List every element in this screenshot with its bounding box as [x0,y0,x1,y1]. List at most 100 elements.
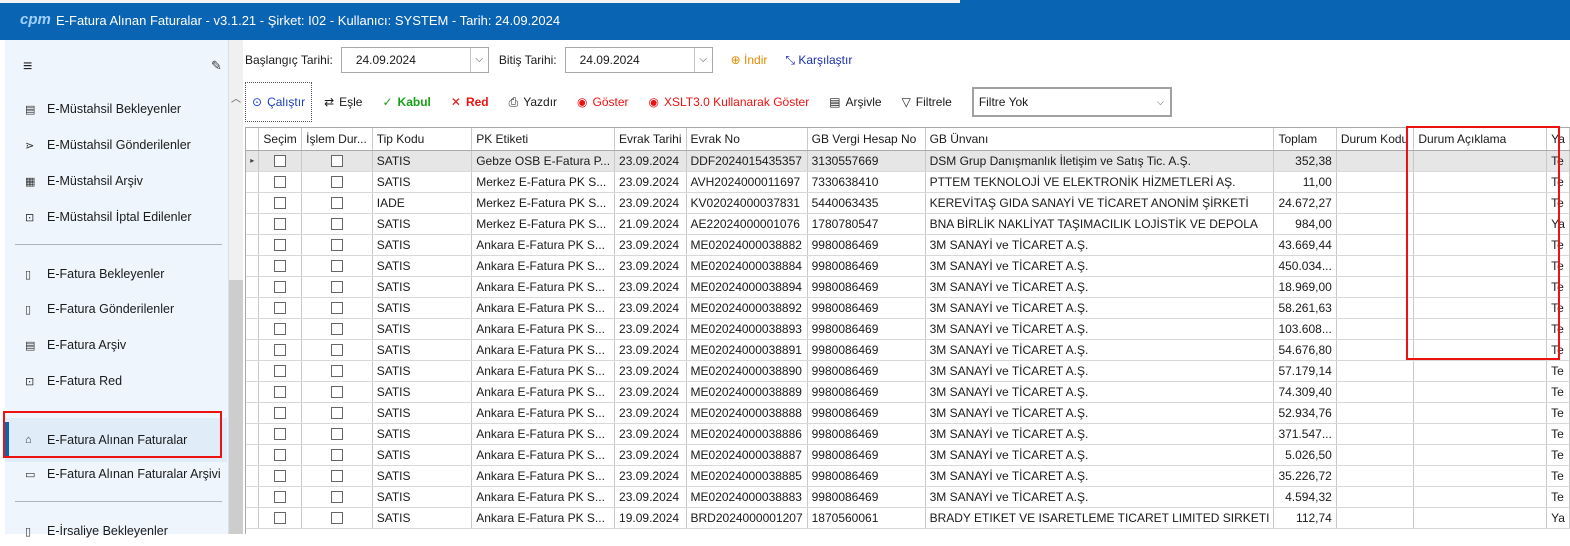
process-status-checkbox[interactable] [330,281,343,294]
process-status-checkbox[interactable] [330,260,343,273]
start-date-picker[interactable]: 24.09.2024 ⌵ [340,47,489,73]
table-row[interactable]: SATIS Ankara E-Fatura PK S... 23.09.2024 ME… [246,465,1570,487]
sidebar-item-eirsaliye-bekleyenler[interactable]: ▯ E-İrsaliye Bekleyenler [5,516,227,546]
selection-checkbox[interactable] [274,239,287,252]
process-status-checkbox[interactable] [330,197,343,210]
sidebar-item-emustahsil-iptal[interactable]: ⊡ E-Müstahsil İptal Edilenler [5,202,227,232]
filter-select[interactable]: Filtre Yok ⌵ [971,87,1172,117]
row-header[interactable]: ▸ [246,150,260,172]
show-button[interactable]: ◉ Göster [577,95,629,109]
sidebar-item-efatura-bekleyenler[interactable]: ▯ E-Fatura Bekleyenler [5,259,227,289]
process-status-checkbox[interactable] [330,428,343,441]
run-button[interactable]: ⊙ Çalıştır [245,82,313,122]
selection-checkbox[interactable] [274,365,287,378]
selection-checkbox[interactable] [274,302,287,315]
selection-checkbox[interactable] [274,176,287,189]
process-status-checkbox[interactable] [330,302,343,315]
selection-checkbox[interactable] [274,344,287,357]
column-header[interactable]: PK Etiketi [471,128,616,151]
selection-checkbox[interactable] [274,449,287,462]
table-row[interactable]: SATIS Ankara E-Fatura PK S... 23.09.2024 ME… [246,255,1570,277]
table-row[interactable]: SATIS Ankara E-Fatura PK S... 23.09.2024 ME… [246,444,1570,466]
process-status-checkbox[interactable] [330,470,343,483]
chevron-down-icon[interactable]: ⌵ [469,48,488,72]
row-header[interactable] [246,381,260,403]
process-status-checkbox[interactable] [330,365,343,378]
table-row[interactable]: SATIS Ankara E-Fatura PK S... 23.09.2024 ME… [246,234,1570,256]
table-row[interactable]: SATIS Ankara E-Fatura PK S... 23.09.2024 ME… [246,339,1570,361]
process-status-checkbox[interactable] [330,218,343,231]
sidebar-item-emustahsil-bekleyenler[interactable]: ▤ E-Müstahsil Bekleyenler [5,94,227,124]
table-row[interactable]: SATIS Merkez E-Fatura PK S... 23.09.2024 AV… [246,171,1570,193]
download-button[interactable]: ⊕ İndir [731,53,768,67]
table-row[interactable]: SATIS Ankara E-Fatura PK S... 23.09.2024 ME… [246,423,1570,445]
column-header[interactable]: Seçim [258,128,303,151]
reject-button[interactable]: ✕ Red [451,95,489,109]
column-header[interactable]: GB Ünvanı [925,128,1275,151]
table-row[interactable]: ▸ SATIS Gebze OSB E-Fatura P... 23.09.2024 D… [246,150,1570,172]
sidebar-item-emustahsil-gonderilenler[interactable]: ⋗ E-Müstahsil Gönderilenler [5,130,227,160]
process-status-checkbox[interactable] [330,449,343,462]
table-row[interactable]: SATIS Merkez E-Fatura PK S... 21.09.2024 AE… [246,213,1570,235]
chevron-down-icon[interactable]: ⌵ [693,48,712,72]
sidebar-item-efatura-red[interactable]: ⊡ E-Fatura Red [5,366,227,396]
process-status-checkbox[interactable] [330,323,343,336]
selection-checkbox[interactable] [274,470,287,483]
column-header[interactable]: Durum Kodu [1336,128,1415,151]
selection-checkbox[interactable] [274,386,287,399]
selection-checkbox[interactable] [274,323,287,336]
row-header[interactable] [246,486,260,508]
table-row[interactable]: SATIS Ankara E-Fatura PK S... 23.09.2024 ME… [246,381,1570,403]
process-status-checkbox[interactable] [330,176,343,189]
process-status-checkbox[interactable] [330,491,343,504]
column-header[interactable]: Tip Kodu [372,128,473,151]
sidebar-item-efatura-alinan-faturalar[interactable]: ⌂ E-Fatura Alınan Faturalar [5,418,227,462]
column-header[interactable]: Evrak Tarihi [614,128,687,151]
print-button[interactable]: ⎙ Yazdır [509,95,557,110]
process-status-checkbox[interactable] [330,155,343,168]
column-header[interactable]: İşlem Dur... [301,128,373,151]
row-header[interactable] [246,360,260,382]
table-row[interactable]: SATIS Ankara E-Fatura PK S... 23.09.2024 ME… [246,318,1570,340]
selection-checkbox[interactable] [274,197,287,210]
table-row[interactable]: IADE Merkez E-Fatura PK S... 23.09.2024 KV0… [246,192,1570,214]
row-header[interactable] [246,402,260,424]
sidebar-scrollbar[interactable]: ︿ [229,40,243,534]
chevron-down-icon[interactable]: ⌵ [1157,89,1164,115]
table-row[interactable]: SATIS Ankara E-Fatura PK S... 23.09.2024 ME… [246,402,1570,424]
process-status-checkbox[interactable] [330,512,343,525]
end-date-picker[interactable]: 24.09.2024 ⌵ [564,47,713,73]
compare-button[interactable]: ⤡ Karşılaştır [785,53,852,68]
xslt-show-button[interactable]: ◉ XSLT3.0 Kullanarak Göster [649,95,810,109]
selection-checkbox[interactable] [274,512,287,525]
table-row[interactable]: SATIS Ankara E-Fatura PK S... 19.09.2024 BR… [246,507,1570,529]
sidebar-item-efatura-arsiv[interactable]: ▤ E-Fatura Arşiv [5,330,227,360]
process-status-checkbox[interactable] [330,344,343,357]
match-button[interactable]: ⇄ Eşle [324,95,362,109]
process-status-checkbox[interactable] [330,239,343,252]
column-header[interactable]: GB Vergi Hesap No [807,128,926,151]
selection-checkbox[interactable] [274,281,287,294]
row-header[interactable] [246,297,260,319]
hamburger-menu-icon[interactable]: ≡ [23,58,32,76]
selection-checkbox[interactable] [274,260,287,273]
selection-checkbox[interactable] [274,407,287,420]
table-row[interactable]: SATIS Ankara E-Fatura PK S... 23.09.2024 ME… [246,486,1570,508]
table-row[interactable]: SATIS Ankara E-Fatura PK S... 23.09.2024 ME… [246,360,1570,382]
sidebar-item-efatura-alinan-arsivi[interactable]: ▭ E-Fatura Alınan Faturalar Arşivi [5,459,227,489]
column-header[interactable]: Durum Açıklama [1413,128,1548,151]
accept-button[interactable]: ✓ Kabul [382,95,430,109]
archive-button[interactable]: ▤ Arşivle [829,95,881,109]
selection-checkbox[interactable] [274,491,287,504]
sidebar-item-emustahsil-arsiv[interactable]: ▦ E-Müstahsil Arşiv [5,166,227,196]
row-header[interactable] [246,465,260,487]
row-header[interactable] [246,171,260,193]
row-header[interactable] [246,255,260,277]
selection-checkbox[interactable] [274,218,287,231]
row-header[interactable] [246,318,260,340]
process-status-checkbox[interactable] [330,386,343,399]
chevron-up-icon[interactable]: ︿ [231,90,241,105]
selection-checkbox[interactable] [274,155,287,168]
row-header[interactable] [246,192,260,214]
row-header[interactable] [246,339,260,361]
